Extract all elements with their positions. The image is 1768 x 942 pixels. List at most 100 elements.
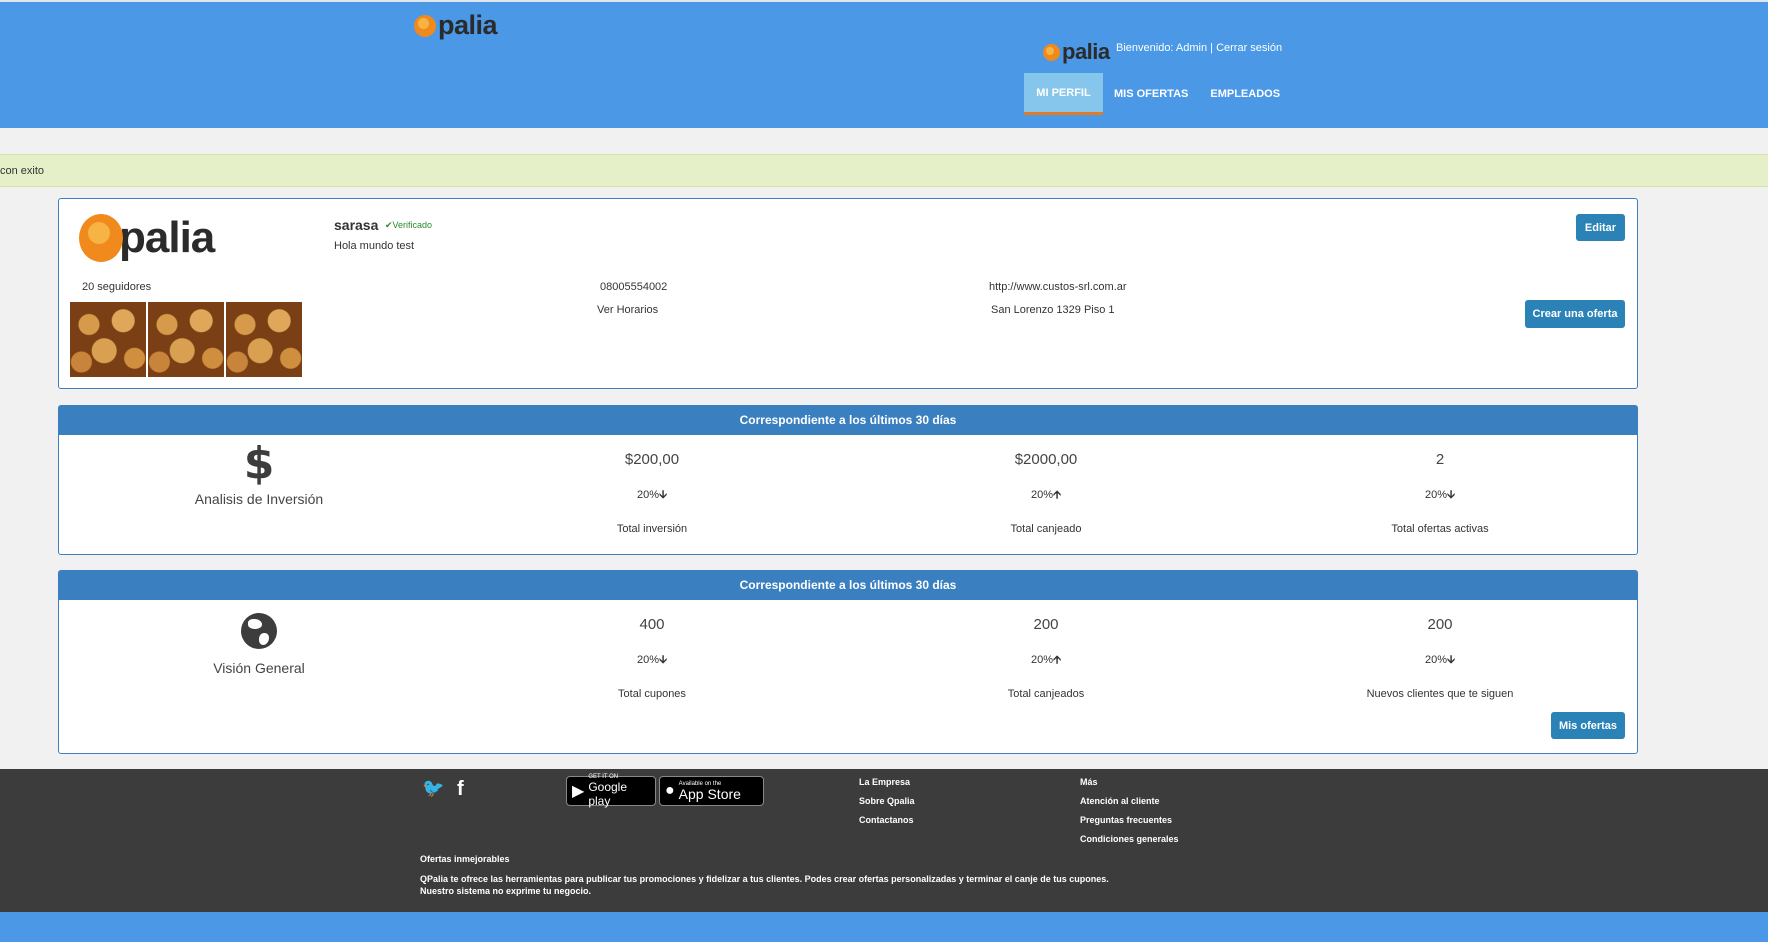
globe-icon — [241, 613, 277, 649]
stat-percent-value: 20% — [1031, 654, 1054, 666]
stat-value: 200 — [1033, 616, 1059, 633]
footer-heading-more: Más — [1080, 777, 1098, 787]
profile-logo-text: palia — [119, 213, 215, 262]
dollar-icon: $ — [243, 438, 275, 489]
stat-total-investment: $200,00 20%🡫 Total inversión — [532, 451, 772, 535]
twitter-icon[interactable]: 🐦 — [422, 778, 444, 799]
arrow-down-icon: 🡫 — [659, 488, 667, 501]
stat-new-followers: 200 20%🡫 Nuevos clientes que te siguen — [1320, 616, 1560, 700]
stat-percent-value: 20% — [1031, 489, 1054, 501]
nav-empleados[interactable]: EMPLEADOS — [1199, 73, 1291, 115]
qpalia-logo[interactable]: palia — [414, 10, 498, 41]
footer-about-text: QPalia te ofrece las herramientas para p… — [420, 874, 1109, 896]
investment-label-block: $ Analisis de Inversión — [149, 438, 369, 508]
stat-total-coupons: 400 20%🡫 Total cupones — [532, 616, 772, 700]
nav-mi-perfil[interactable]: MI PERFIL — [1024, 73, 1103, 115]
app-store-big: App Store — [678, 786, 741, 802]
welcome-logout-text[interactable]: Bienvenido: Admin | Cerrar sesión — [1116, 42, 1282, 54]
business-address: San Lorenzo 1329 Piso 1 — [991, 304, 1115, 316]
my-offers-button[interactable]: Mis ofertas — [1551, 712, 1625, 739]
play-icon: ▶ — [572, 783, 585, 800]
edit-button[interactable]: Editar — [1576, 214, 1625, 241]
footer-link-contact[interactable]: Contactanos — [859, 815, 915, 825]
footer-link-support[interactable]: Atención al cliente — [1080, 796, 1179, 806]
alert-text: con exito — [0, 165, 45, 177]
footer: 🐦 f ▶ GET IT ON Google play ● Available … — [0, 769, 1768, 912]
stat-value: 2 — [1435, 451, 1445, 468]
stat-percent-value: 20% — [637, 654, 660, 666]
stat-label: Total inversión — [616, 523, 688, 535]
profile-logo: palia — [79, 213, 215, 263]
followers-count: 20 seguidores — [82, 281, 152, 293]
overview-panel: Correspondiente a los últimos 30 días Vi… — [58, 570, 1638, 754]
gallery-image[interactable] — [70, 302, 146, 377]
stat-label: Total ofertas activas — [1391, 523, 1489, 535]
success-alert: con exito — [0, 154, 1768, 187]
stat-label: Nuevos clientes que te siguen — [1366, 688, 1514, 700]
apple-icon: ● — [665, 782, 675, 799]
overview-panel-header: Correspondiente a los últimos 30 días — [59, 571, 1637, 600]
google-play-big: Google play — [588, 780, 628, 808]
business-name: sarasa — [334, 217, 379, 233]
arrow-down-icon: 🡫 — [1447, 488, 1455, 501]
stat-label: Total canjeados — [1007, 688, 1085, 700]
arrow-up-icon: 🡩 — [1053, 653, 1061, 666]
investment-panel: Correspondiente a los últimos 30 días $ … — [58, 405, 1638, 555]
app-store-badge[interactable]: ● Available on the App Store — [659, 776, 764, 806]
footer-link-about[interactable]: Sobre Qpalia — [859, 796, 915, 806]
footer-bottom-bar — [0, 912, 1768, 942]
facebook-icon[interactable]: f — [457, 778, 464, 801]
investment-panel-header: Correspondiente a los últimos 30 días — [59, 406, 1637, 435]
gallery — [70, 302, 302, 377]
verified-badge: ✔Verificado — [385, 220, 433, 230]
gallery-image[interactable] — [148, 302, 224, 377]
footer-heading-company: La Empresa — [859, 777, 911, 787]
footer-about-title: Ofertas inmejorables — [420, 854, 510, 864]
nav-mis-ofertas[interactable]: MIS OFERTAS — [1103, 73, 1199, 115]
arrow-down-icon: 🡫 — [659, 653, 667, 666]
gallery-image[interactable] — [226, 302, 302, 377]
stat-percent: 20%🡫 — [1320, 651, 1560, 670]
footer-link-faq[interactable]: Preguntas frecuentes — [1080, 815, 1179, 825]
view-hours-link[interactable]: Ver Horarios — [597, 304, 658, 316]
app-store-text: Available on the App Store — [679, 781, 741, 801]
stat-percent: 20%🡫 — [532, 486, 772, 505]
stat-value: 400 — [639, 616, 665, 633]
business-description: Hola mundo test — [334, 240, 415, 252]
qpalia-small-logo: palia — [1043, 39, 1110, 65]
stat-percent: 20%🡩 — [926, 486, 1166, 505]
qpalia-logo-mark — [414, 14, 436, 37]
stat-percent-value: 20% — [1425, 489, 1448, 501]
stat-percent-value: 20% — [637, 489, 660, 501]
stat-label: Total canjeado — [1010, 523, 1082, 535]
footer-company-links: La Empresa Sobre Qpalia Contactanos — [859, 777, 915, 834]
stat-percent: 20%🡫 — [532, 651, 772, 670]
main-nav: MI PERFIL MIS OFERTAS EMPLEADOS — [1024, 73, 1291, 115]
stat-value: $2000,00 — [1014, 451, 1078, 468]
footer-more-links: Más Atención al cliente Preguntas frecue… — [1080, 777, 1179, 853]
profile-card: palia sarasa ✔Verificado Hola mundo test… — [58, 198, 1638, 389]
stat-percent: 20%🡩 — [926, 651, 1166, 670]
google-play-text: GET IT ON Google play — [588, 774, 650, 808]
stat-value: $200,00 — [624, 451, 680, 468]
google-play-badge[interactable]: ▶ GET IT ON Google play — [566, 774, 656, 808]
website-link[interactable]: http://www.custos-srl.com.ar — [989, 281, 1127, 293]
arrow-up-icon: 🡩 — [1053, 488, 1061, 501]
stat-label: Total cupones — [618, 688, 686, 700]
overview-label-block: Visión General — [149, 613, 369, 676]
stat-total-redeemed-coupons: 200 20%🡩 Total canjeados — [926, 616, 1166, 700]
top-header: palia palia Bienvenido: Admin | Cerrar s… — [0, 0, 1768, 128]
overview-title: Visión General — [213, 660, 305, 676]
stat-percent-value: 20% — [1425, 654, 1448, 666]
stat-total-redeemed: $2000,00 20%🡩 Total canjeado — [926, 451, 1166, 535]
arrow-down-icon: 🡫 — [1447, 653, 1455, 666]
stat-value: 200 — [1427, 616, 1453, 633]
stat-active-offers: 2 20%🡫 Total ofertas activas — [1320, 451, 1560, 535]
profile-logo-mark — [79, 214, 123, 262]
create-offer-button[interactable]: Crear una oferta — [1525, 300, 1625, 328]
footer-link-terms[interactable]: Condiciones generales — [1080, 834, 1179, 844]
investment-title: Analisis de Inversión — [194, 491, 324, 507]
phone-number: 08005554002 — [600, 281, 668, 293]
stat-percent: 20%🡫 — [1320, 486, 1560, 505]
qpalia-small-logo-text: palia — [1062, 39, 1110, 64]
